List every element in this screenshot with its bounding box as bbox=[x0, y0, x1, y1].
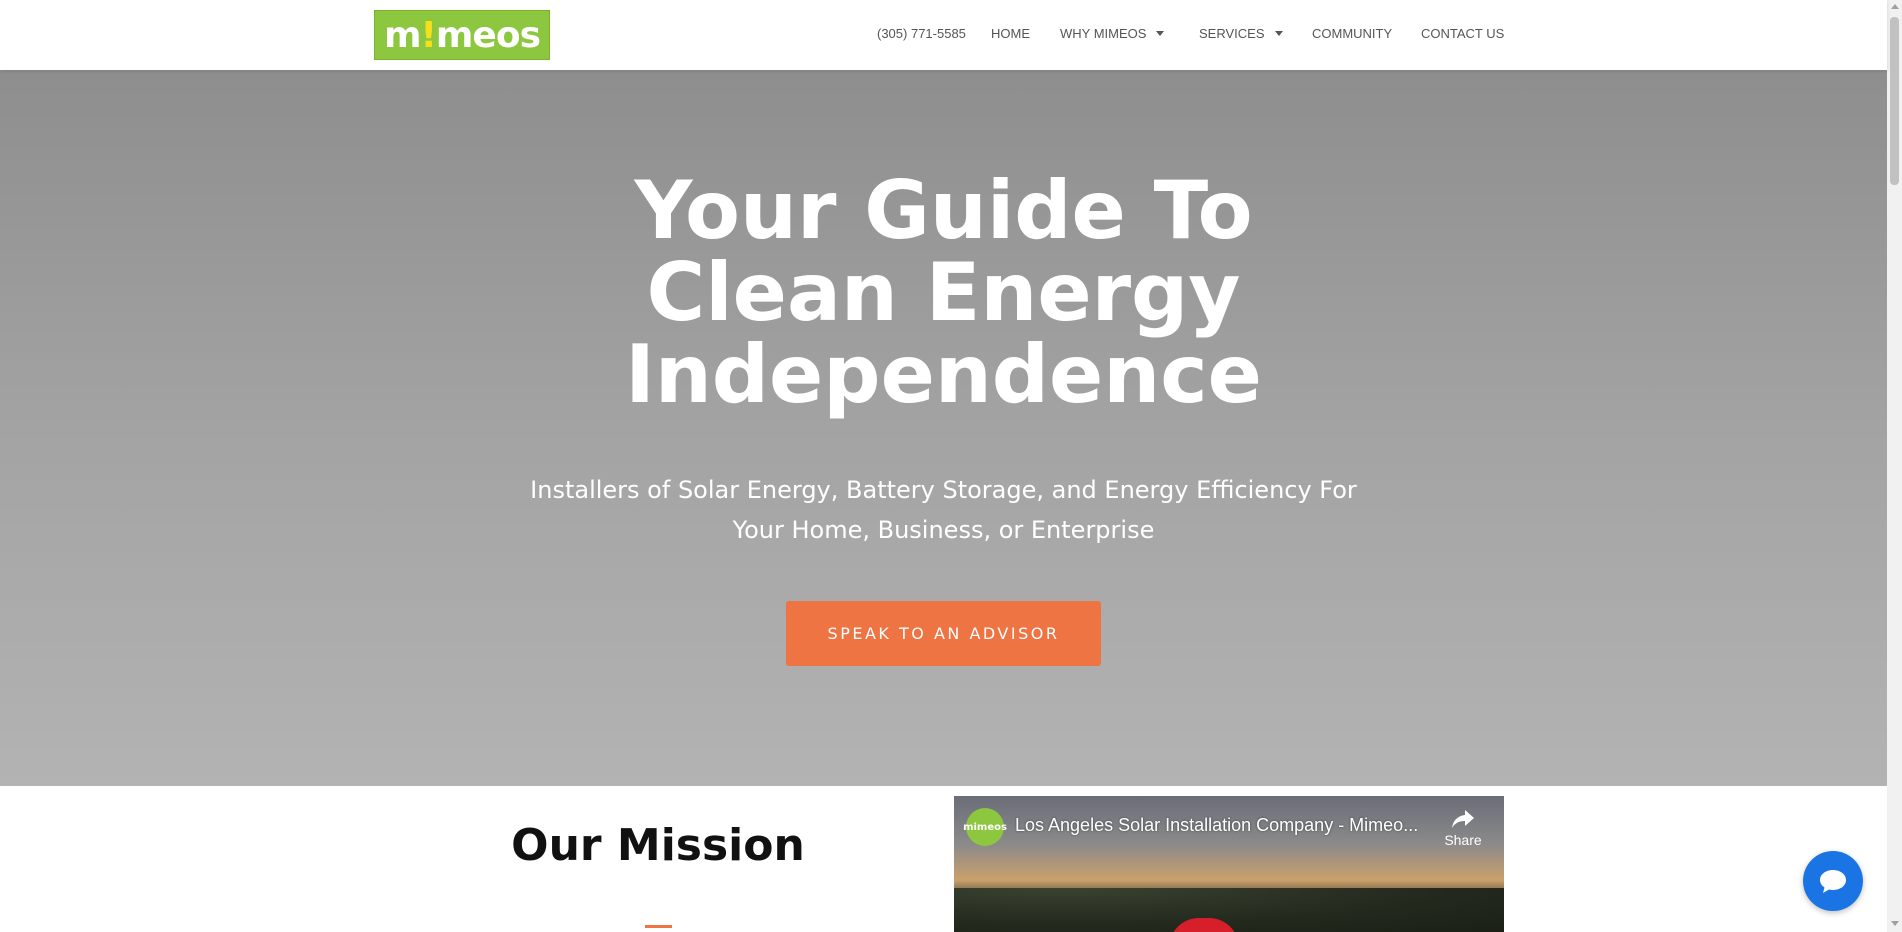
nav-why-mimeos-label: WHY MIMEOS bbox=[1060, 26, 1147, 41]
scrollbar-thumb[interactable] bbox=[1890, 17, 1899, 185]
logo-text-m: m bbox=[383, 14, 422, 56]
nav-services[interactable]: SERVICES bbox=[1199, 26, 1283, 41]
hero-subtitle: Installers of Solar Energy, Battery Stor… bbox=[0, 470, 1887, 550]
nav-community-label: COMMUNITY bbox=[1312, 26, 1393, 41]
mission-title: Our Mission bbox=[511, 820, 805, 871]
nav-home[interactable]: HOME bbox=[991, 26, 1030, 41]
nav-contact-us-label: CONTACT US bbox=[1421, 26, 1505, 41]
hero-section: Your Guide To Clean Energy Independence … bbox=[0, 70, 1887, 786]
hero-subtitle-line: Your Home, Business, or Enterprise bbox=[732, 516, 1155, 544]
hero-title: Your Guide To Clean Energy Independence bbox=[0, 170, 1887, 416]
chat-launcher-button[interactable] bbox=[1803, 851, 1863, 911]
logo-exclamation: ! bbox=[420, 14, 437, 56]
nav-phone-link[interactable]: (305) 771-5585 bbox=[877, 26, 966, 41]
video-share-button[interactable]: Share bbox=[1438, 808, 1488, 848]
nav-phone-label: (305) 771-5585 bbox=[877, 26, 966, 41]
nav-services-label: SERVICES bbox=[1199, 26, 1265, 41]
site-header: m! meos (305) 771-5585 HOME WHY MIMEOS SE… bbox=[0, 0, 1887, 70]
hero-subtitle-line: Installers of Solar Energy, Battery Stor… bbox=[530, 476, 1357, 504]
page-scrollbar[interactable] bbox=[1887, 0, 1902, 932]
hero-title-line: Independence bbox=[625, 328, 1262, 421]
logo-text-meos: meos bbox=[435, 14, 541, 56]
nav-contact-us[interactable]: CONTACT US bbox=[1421, 26, 1504, 41]
nav-community[interactable]: COMMUNITY bbox=[1312, 26, 1392, 41]
scroll-down-arrow-icon[interactable] bbox=[1891, 921, 1899, 926]
nav-home-label: HOME bbox=[991, 26, 1030, 41]
caret-down-icon bbox=[1274, 31, 1283, 37]
chat-bubble-icon bbox=[1820, 870, 1846, 893]
hero-title-line: Clean Energy bbox=[646, 246, 1241, 339]
caret-down-icon bbox=[1156, 31, 1165, 37]
section-divider bbox=[645, 925, 672, 928]
share-label: Share bbox=[1444, 832, 1482, 848]
speak-to-advisor-button[interactable]: SPEAK TO AN ADVISOR bbox=[786, 601, 1101, 666]
channel-avatar[interactable]: mimeos bbox=[963, 808, 1007, 846]
share-arrow-icon bbox=[1452, 810, 1474, 828]
channel-avatar-text: mimeos bbox=[963, 821, 1007, 833]
scroll-up-arrow-icon[interactable] bbox=[1891, 4, 1899, 9]
hero-title-line: Your Guide To bbox=[634, 164, 1253, 257]
video-title[interactable]: Los Angeles Solar Installation Company -… bbox=[1015, 815, 1418, 836]
mimeos-logo[interactable]: m! meos bbox=[374, 10, 550, 60]
nav-why-mimeos[interactable]: WHY MIMEOS bbox=[1060, 26, 1165, 41]
youtube-video-embed[interactable]: mimeos Los Angeles Solar Installation Co… bbox=[954, 796, 1504, 932]
